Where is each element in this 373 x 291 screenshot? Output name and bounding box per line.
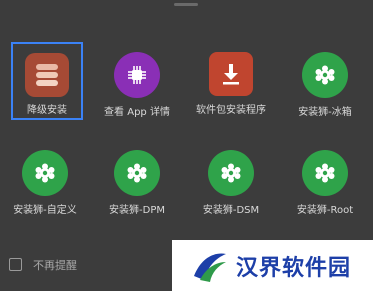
app-label: 软件包安装程序 bbox=[196, 105, 266, 116]
app-label: 安装狮-DSM bbox=[202, 205, 260, 216]
watermark-logo-icon bbox=[194, 253, 226, 282]
app-installer-lion-root[interactable]: 安装狮-Root bbox=[280, 150, 370, 230]
app-installer-lion-dsm[interactable]: 安装狮-DSM bbox=[186, 150, 276, 230]
app-label: 降级安装 bbox=[27, 105, 67, 116]
chip-icon bbox=[114, 52, 160, 98]
dont-remind-checkbox[interactable] bbox=[9, 258, 22, 271]
app-package-installer[interactable]: 软件包安装程序 bbox=[186, 52, 276, 132]
app-label: 安装狮-Root bbox=[296, 205, 354, 216]
app-label: 安装狮-自定义 bbox=[13, 205, 77, 216]
download-icon bbox=[209, 52, 253, 96]
app-installer-lion-fridge[interactable]: 安装狮-冰箱 bbox=[280, 52, 370, 132]
gear-flower-icon bbox=[302, 150, 348, 196]
watermark-text: 汉界软件园 bbox=[236, 255, 352, 281]
site-watermark: 汉界软件园 bbox=[172, 240, 373, 291]
gear-flower-icon bbox=[208, 150, 254, 196]
app-view-details[interactable]: 查看 App 详情 bbox=[92, 52, 182, 132]
app-installer-lion-custom[interactable]: 安装狮-自定义 bbox=[0, 150, 90, 230]
app-label: 安装狮-冰箱 bbox=[298, 107, 352, 118]
dont-remind-label[interactable]: 不再提醒 bbox=[33, 257, 77, 273]
gear-flower-icon bbox=[302, 52, 348, 98]
app-installer-lion-dpm[interactable]: 安装狮-DPM bbox=[92, 150, 182, 230]
app-label: 查看 App 详情 bbox=[104, 107, 170, 118]
gear-flower-icon bbox=[114, 150, 160, 196]
app-label: 安装狮-DPM bbox=[109, 205, 165, 216]
gear-flower-icon bbox=[22, 150, 68, 196]
app-downgrade-install[interactable]: 降级安装 bbox=[11, 42, 83, 120]
layers-stack-icon bbox=[25, 53, 69, 97]
